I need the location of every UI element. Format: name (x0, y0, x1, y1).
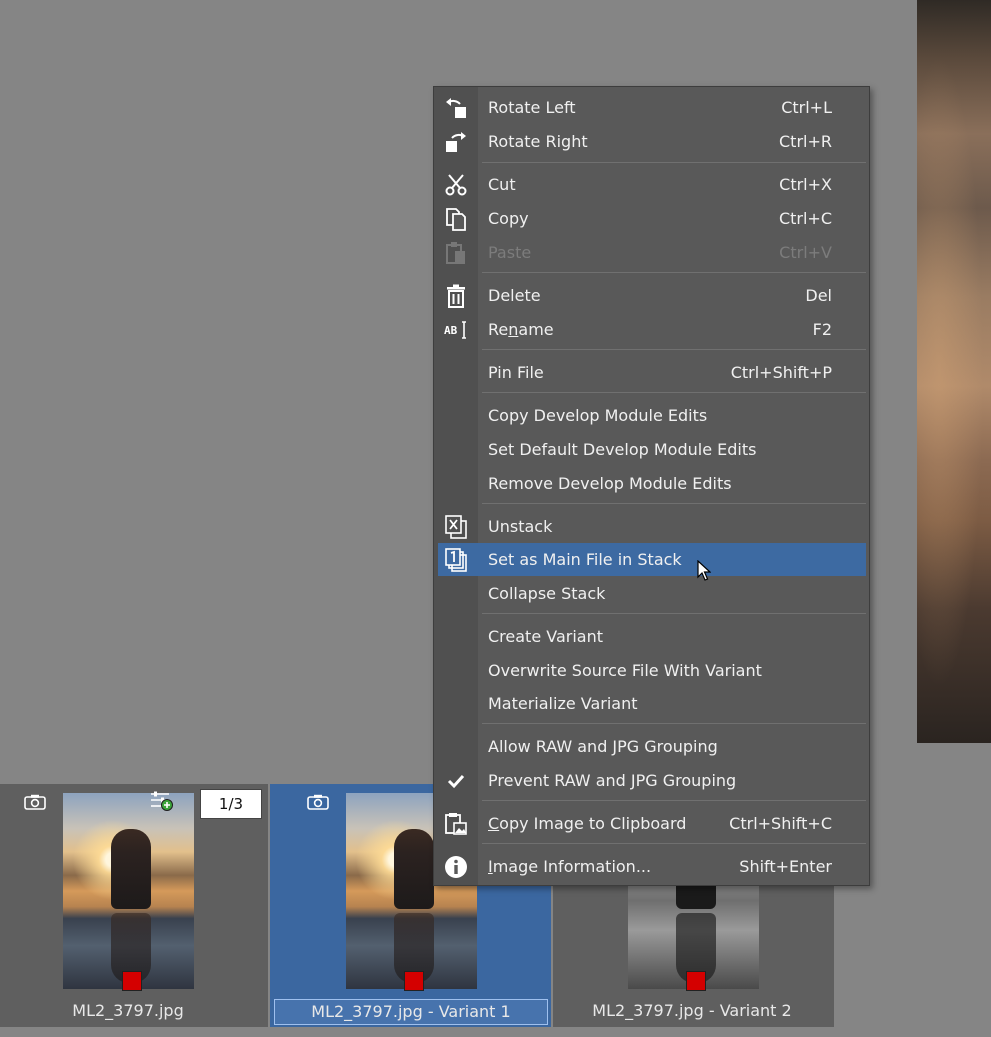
develop-edits-icon (149, 790, 175, 812)
menu-item-collapse-stack[interactable]: Collapse Stack (438, 577, 866, 610)
menu-separator (482, 843, 866, 844)
rotate-right-icon (444, 130, 468, 154)
menu-item-label: Cut (488, 175, 516, 194)
clipboard-image-icon (444, 812, 468, 836)
menu-item-shortcut: Shift+Enter (739, 857, 832, 876)
trash-icon (444, 284, 468, 308)
filename-label[interactable]: ML2_3797.jpg - Variant 1 (274, 999, 548, 1025)
menu-item-shortcut: Del (805, 286, 832, 305)
menu-item-image-information[interactable]: Image Information... Shift+Enter (438, 850, 866, 883)
rename-label-start: Re (488, 320, 509, 339)
rename-accelerator: n (508, 320, 519, 339)
menu-item-shortcut: F2 (812, 320, 832, 339)
menu-item-delete[interactable]: Delete Del (438, 279, 866, 312)
menu-item-shortcut: Ctrl+V (779, 243, 832, 262)
menu-item-label: Pin File (488, 363, 544, 382)
filename-label: ML2_3797.jpg (72, 1001, 184, 1020)
menu-separator (482, 272, 866, 273)
context-menu: Rotate Left Ctrl+L Rotate Right Ctrl+R C… (433, 86, 870, 886)
menu-item-overwrite-source-with-variant[interactable]: Overwrite Source File With Variant (438, 654, 866, 687)
scissors-icon (444, 173, 468, 197)
color-label-red (404, 971, 424, 991)
menu-item-label: Allow RAW and JPG Grouping (488, 737, 718, 756)
menu-item-paste: Paste Ctrl+V (438, 236, 866, 269)
menu-item-shortcut: Ctrl+Shift+P (730, 363, 832, 382)
menu-item-rename[interactable]: AB Rename F2 (438, 313, 866, 346)
rename-label-end: ame (518, 320, 554, 339)
menu-item-label: Image Information... (488, 857, 651, 876)
menu-item-label: Unstack (488, 517, 553, 536)
menu-item-label: Delete (488, 286, 541, 305)
menu-separator (482, 392, 866, 393)
filmstrip-tile[interactable]: 1/3 ML2_3797.jpg (0, 784, 268, 1027)
menu-item-label: Set Default Develop Module Edits (488, 440, 757, 459)
menu-item-shortcut: Ctrl+X (779, 175, 832, 194)
svg-text:AB: AB (444, 324, 458, 337)
menu-item-label: Prevent RAW and JPG Grouping (488, 771, 737, 790)
menu-item-remove-develop-edits[interactable]: Remove Develop Module Edits (438, 467, 866, 500)
menu-item-unstack[interactable]: Unstack (438, 510, 866, 543)
menu-item-copy-develop-edits[interactable]: Copy Develop Module Edits (438, 399, 866, 432)
filename-label: ML2_3797.jpg - Variant 2 (592, 1001, 792, 1020)
menu-item-copy-image-to-clipboard[interactable]: Copy Image to Clipboard Ctrl+Shift+C (438, 807, 866, 840)
menu-item-shortcut: Ctrl+Shift+C (729, 814, 832, 833)
menu-item-set-default-develop-edits[interactable]: Set Default Develop Module Edits (438, 433, 866, 466)
checkmark-icon (444, 769, 468, 793)
rotate-left-icon (444, 96, 468, 120)
menu-item-label: Materialize Variant (488, 694, 638, 713)
thumbnail[interactable] (63, 793, 194, 989)
menu-item-materialize-variant[interactable]: Materialize Variant (438, 687, 866, 720)
color-label-red (122, 971, 142, 991)
unstack-icon (444, 515, 468, 539)
menu-item-label: Collapse Stack (488, 584, 606, 603)
menu-item-label: Remove Develop Module Edits (488, 474, 732, 493)
stack-counter[interactable]: 1/3 (200, 789, 262, 819)
copy-icon (444, 207, 468, 231)
menu-separator (482, 349, 866, 350)
menu-separator (482, 723, 866, 724)
menu-separator (482, 162, 866, 163)
stack-main-icon (444, 548, 468, 572)
preview-image (917, 0, 991, 743)
menu-item-label: Set as Main File in Stack (488, 550, 682, 569)
menu-item-label: Copy Develop Module Edits (488, 406, 708, 425)
menu-item-set-main-file-in-stack[interactable]: Set as Main File in Stack (438, 543, 866, 576)
color-label-red (686, 971, 706, 991)
menu-item-label: Rotate Left (488, 98, 576, 117)
menu-item-label: Rotate Right (488, 132, 588, 151)
rename-icon: AB (444, 318, 468, 342)
menu-item-shortcut: Ctrl+R (779, 132, 832, 151)
menu-item-rotate-right[interactable]: Rotate Right Ctrl+R (438, 125, 866, 158)
menu-item-label: Create Variant (488, 627, 603, 646)
info-icon (444, 855, 468, 879)
camera-icon (307, 794, 329, 810)
menu-item-label: Copy Image to Clipboard (488, 814, 686, 833)
mouse-cursor-icon (697, 559, 712, 582)
menu-item-label: Copy (488, 209, 529, 228)
menu-separator (482, 613, 866, 614)
menu-item-shortcut: Ctrl+C (778, 209, 832, 228)
menu-item-label: Overwrite Source File With Variant (488, 661, 762, 680)
menu-item-copy[interactable]: Copy Ctrl+C (438, 202, 866, 235)
paste-icon (444, 241, 468, 265)
camera-icon (24, 794, 46, 810)
menu-item-cut[interactable]: Cut Ctrl+X (438, 168, 866, 201)
menu-item-rotate-left[interactable]: Rotate Left Ctrl+L (438, 91, 866, 124)
clipboard-label-rest: opy Image to Clipboard (499, 814, 687, 833)
menu-separator (482, 800, 866, 801)
menu-item-label: Rename (488, 320, 554, 339)
menu-item-label: Paste (488, 243, 532, 262)
menu-separator (482, 503, 866, 504)
menu-item-allow-raw-jpg-grouping[interactable]: Allow RAW and JPG Grouping (438, 730, 866, 763)
info-label-rest: mage Information... (492, 857, 652, 876)
menu-item-pin-file[interactable]: Pin File Ctrl+Shift+P (438, 356, 866, 389)
menu-item-create-variant[interactable]: Create Variant (438, 620, 866, 653)
clipboard-accelerator: C (488, 814, 500, 833)
menu-item-prevent-raw-jpg-grouping[interactable]: Prevent RAW and JPG Grouping (438, 764, 866, 797)
menu-item-shortcut: Ctrl+L (781, 98, 832, 117)
